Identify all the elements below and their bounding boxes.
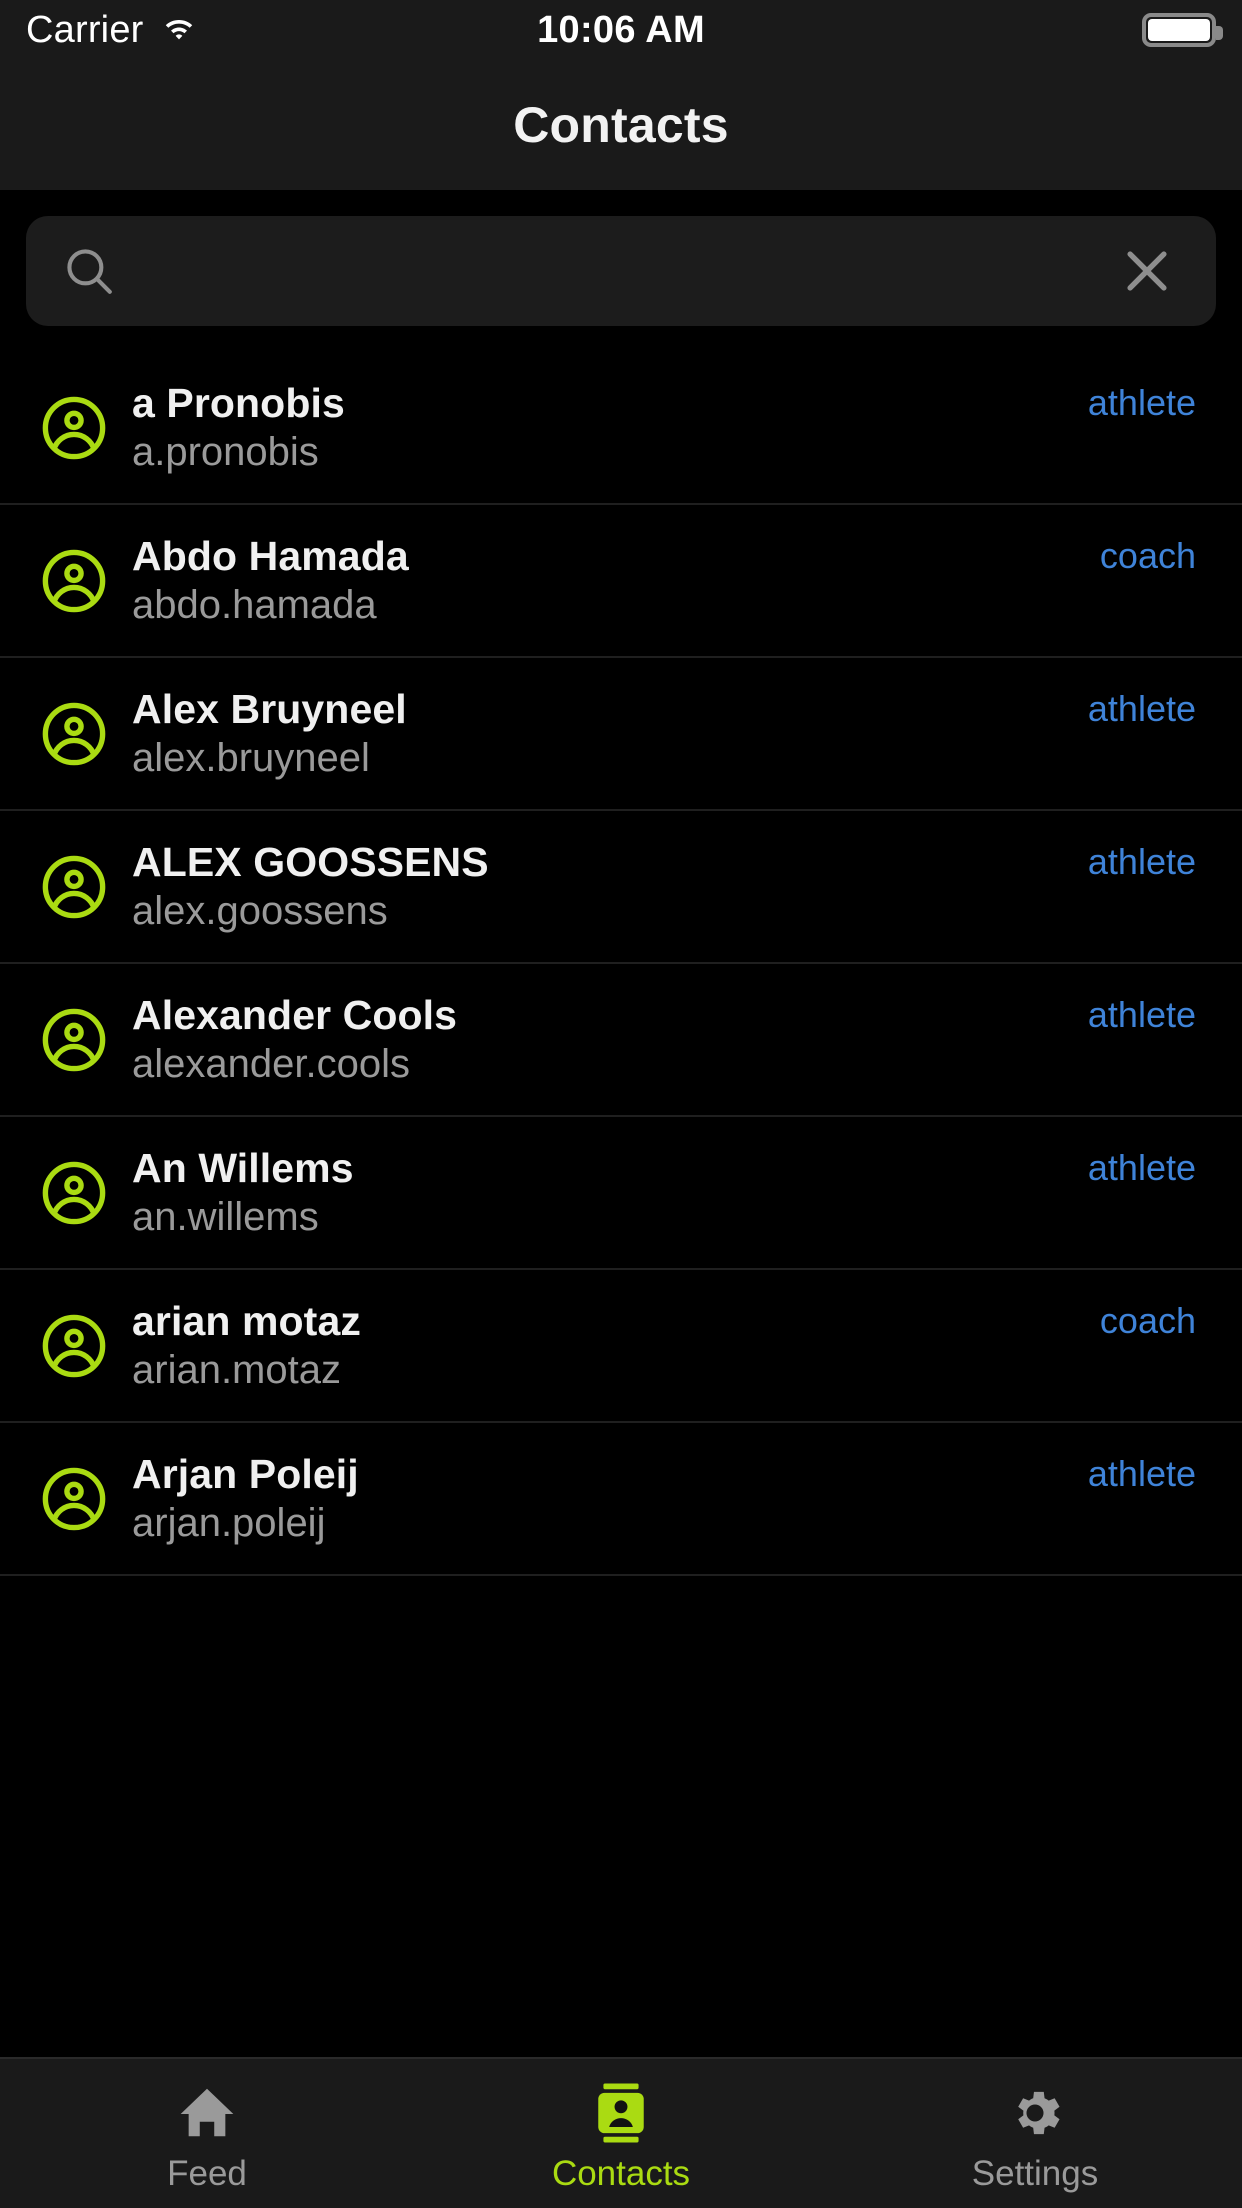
- tab-bar[interactable]: Feed Contacts Settings: [0, 2057, 1242, 2208]
- tab-settings[interactable]: Settings: [828, 2059, 1242, 2208]
- avatar-icon: [42, 1161, 106, 1224]
- contact-name: An Willems: [132, 1144, 354, 1191]
- contact-name: Arjan Poleij: [132, 1450, 359, 1497]
- home-icon: [180, 2088, 234, 2136]
- carrier-label: Carrier: [26, 8, 144, 51]
- avatar-icon: [42, 855, 106, 918]
- tab-feed[interactable]: Feed: [0, 2059, 414, 2208]
- avatar-icon: [42, 1467, 106, 1530]
- contact-card-icon: [598, 2083, 644, 2142]
- contact-text: Alex Bruyneel alex.bruyneel: [122, 685, 1088, 781]
- avatar-icon: [42, 1314, 106, 1377]
- wifi-icon: [165, 20, 192, 40]
- contact-text: An Willems an.willems: [122, 1144, 1088, 1240]
- contact-username: alex.goossens: [132, 889, 388, 934]
- contact-text: Abdo Hamada abdo.hamada: [122, 532, 1100, 628]
- contact-role-badge: athlete: [1087, 1453, 1196, 1494]
- contact-username: alexander.cools: [132, 1042, 410, 1087]
- contact-name: Alex Bruyneel: [132, 685, 407, 732]
- contact-text: Alexander Cools alexander.cools: [122, 991, 1088, 1087]
- contact-username: arian.motaz: [132, 1348, 341, 1393]
- contact-name: Alexander Cools: [132, 991, 458, 1038]
- contact-text: arian motaz arian.motaz: [122, 1297, 1100, 1393]
- contact-row[interactable]: a Pronobis a.pronobis athlete: [0, 352, 1242, 505]
- battery-full-icon: [1142, 13, 1223, 47]
- tab-contacts[interactable]: Contacts: [414, 2059, 828, 2208]
- nav-bar: Contacts: [0, 60, 1242, 190]
- contact-row[interactable]: Arjan Poleij arjan.poleij athlete: [0, 1423, 1242, 1576]
- contact-text: Arjan Poleij arjan.poleij: [122, 1450, 1088, 1546]
- close-icon: [1127, 251, 1167, 291]
- contact-username: abdo.hamada: [132, 583, 377, 628]
- contact-role-badge: athlete: [1087, 688, 1196, 729]
- contact-role-badge: athlete: [1087, 841, 1196, 882]
- avatar-icon: [42, 1008, 106, 1071]
- avatar-icon: [42, 396, 106, 459]
- contact-username: alex.bruyneel: [132, 736, 370, 781]
- contact-role-badge: athlete: [1087, 382, 1196, 423]
- contact-row[interactable]: An Willems an.willems athlete: [0, 1117, 1242, 1270]
- contact-text: a Pronobis a.pronobis: [122, 379, 1088, 475]
- contact-username: arjan.poleij: [132, 1501, 326, 1546]
- contact-name: arian motaz: [132, 1297, 361, 1344]
- avatar-icon: [42, 549, 106, 612]
- contacts-screen: Carrier 10:06 AM Contacts a Pronobis a.p…: [0, 0, 1242, 2208]
- gear-icon: [1018, 2091, 1060, 2134]
- contact-row[interactable]: Abdo Hamada abdo.hamada coach: [0, 505, 1242, 658]
- search-bar[interactable]: [26, 216, 1216, 326]
- status-bar-right: [1142, 13, 1223, 47]
- contact-row[interactable]: Alex Bruyneel alex.bruyneel athlete: [0, 658, 1242, 811]
- contact-role-badge: coach: [1099, 1300, 1196, 1341]
- search-input[interactable]: [118, 216, 1112, 326]
- clear-search-button[interactable]: [1112, 236, 1182, 306]
- contact-role-badge: coach: [1099, 535, 1196, 576]
- contact-username: an.willems: [132, 1195, 319, 1240]
- search-icon: [67, 249, 112, 294]
- contact-name: ALEX GOOSSENS: [132, 838, 489, 885]
- contact-role-badge: athlete: [1087, 994, 1196, 1035]
- contact-row[interactable]: arian motaz arian.motaz coach: [0, 1270, 1242, 1423]
- tab-label: Settings: [971, 2153, 1099, 2193]
- contact-name: a Pronobis: [132, 379, 345, 426]
- avatar-icon: [42, 702, 106, 765]
- search-bar-container: [0, 190, 1242, 326]
- contact-row[interactable]: ALEX GOOSSENS alex.goossens athlete: [0, 811, 1242, 964]
- contact-row[interactable]: Alexander Cools alexander.cools athlete: [0, 964, 1242, 1117]
- tab-label: Contacts: [551, 2153, 691, 2193]
- status-bar: Carrier 10:06 AM: [0, 0, 1242, 60]
- contact-role-badge: athlete: [1087, 1147, 1196, 1188]
- status-bar-left: Carrier: [26, 9, 200, 52]
- page-title: Contacts: [513, 97, 729, 153]
- contact-name: Abdo Hamada: [132, 532, 409, 579]
- tab-label: Feed: [167, 2153, 247, 2193]
- contact-text: ALEX GOOSSENS alex.goossens: [122, 838, 1088, 934]
- contact-username: a.pronobis: [132, 430, 319, 475]
- contacts-list[interactable]: a Pronobis a.pronobis athlete Abdo Hamada ab…: [0, 352, 1242, 2057]
